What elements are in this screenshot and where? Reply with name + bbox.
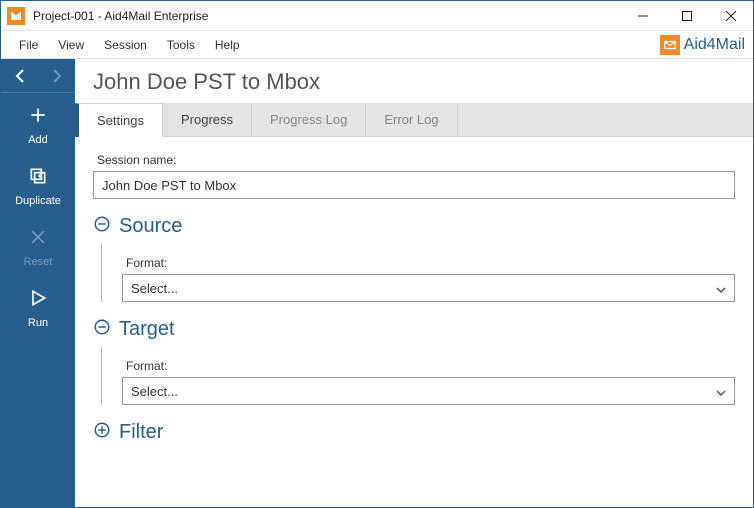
tab-settings[interactable]: Settings: [75, 103, 163, 137]
sidebar-run-button[interactable]: Run: [1, 276, 75, 337]
collapse-icon[interactable]: [93, 215, 111, 238]
target-format-label: Format:: [126, 359, 735, 373]
brand-icon: [660, 35, 680, 55]
close-button[interactable]: [709, 1, 753, 31]
section-target-title: Target: [119, 318, 175, 341]
menu-file[interactable]: File: [9, 34, 48, 56]
sidebar-item-label: Run: [28, 317, 48, 329]
menu-tools[interactable]: Tools: [157, 34, 205, 56]
chevron-down-icon: [716, 384, 726, 399]
menu-session[interactable]: Session: [94, 34, 157, 56]
source-format-label: Format:: [126, 256, 735, 270]
tab-progress[interactable]: Progress: [163, 103, 252, 136]
menu-help[interactable]: Help: [205, 34, 250, 56]
session-name-input[interactable]: [93, 171, 735, 199]
duplicate-icon: [28, 166, 48, 191]
section-source-title: Source: [119, 215, 182, 238]
source-format-select[interactable]: Select...: [122, 274, 735, 302]
sidebar-reset-button: Reset: [1, 215, 75, 276]
target-format-select[interactable]: Select...: [122, 377, 735, 405]
window-title: Project-001 - Aid4Mail Enterprise: [33, 9, 208, 23]
tab-progress-log: Progress Log: [252, 103, 366, 136]
source-format-value: Select...: [131, 281, 178, 296]
sidebar-item-label: Reset: [24, 256, 53, 268]
play-icon: [28, 288, 48, 313]
sidebar-item-label: Duplicate: [15, 195, 61, 207]
page-title: John Doe PST to Mbox: [75, 59, 753, 103]
plus-icon: [28, 105, 48, 130]
chevron-down-icon: [716, 281, 726, 296]
expand-icon[interactable]: [93, 421, 111, 444]
tab-error-log: Error Log: [366, 103, 457, 136]
menu-view[interactable]: View: [48, 34, 94, 56]
sidebar-item-label: Add: [28, 134, 48, 146]
nav-forward-button[interactable]: [38, 59, 75, 92]
app-icon: [7, 7, 25, 25]
sidebar-add-button[interactable]: Add: [1, 93, 75, 154]
minimize-button[interactable]: [621, 1, 665, 31]
collapse-icon[interactable]: [93, 318, 111, 341]
maximize-button[interactable]: [665, 1, 709, 31]
target-format-value: Select...: [131, 384, 178, 399]
brand-text: Aid4Mail: [684, 36, 745, 54]
session-name-label: Session name:: [97, 153, 735, 167]
sidebar-duplicate-button[interactable]: Duplicate: [1, 154, 75, 215]
section-filter-title: Filter: [119, 421, 163, 444]
nav-back-button[interactable]: [1, 59, 38, 92]
close-icon: [28, 227, 48, 252]
